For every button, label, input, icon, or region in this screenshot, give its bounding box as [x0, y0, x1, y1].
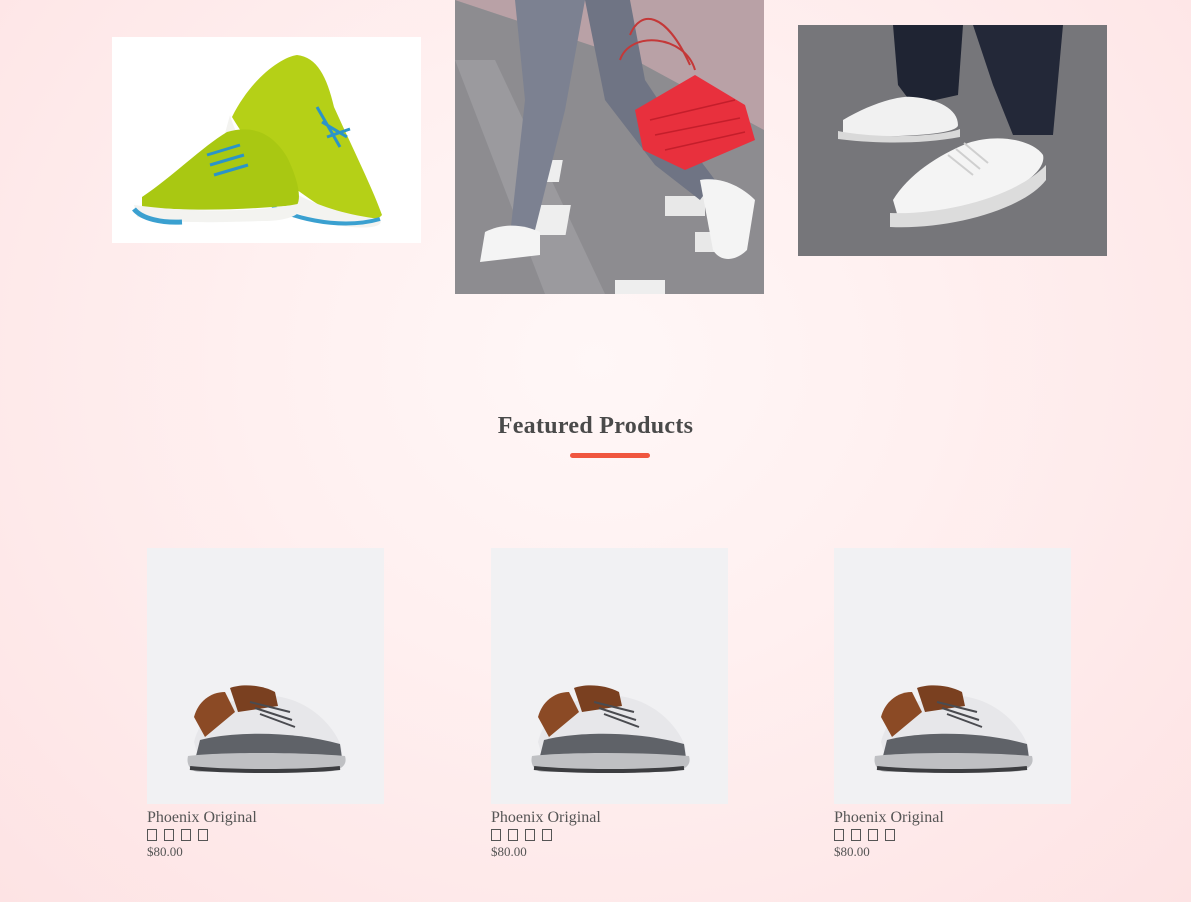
star-icon	[851, 829, 861, 841]
featured-products-title: Featured Products	[497, 413, 694, 439]
star-icon	[164, 829, 174, 841]
street-walk-red-bag-image	[455, 0, 764, 294]
lime-sneakers-image	[112, 37, 421, 243]
product-name[interactable]: Phoenix Original	[147, 809, 384, 826]
product-price: $80.00	[147, 844, 183, 859]
star-icon	[181, 829, 191, 841]
product-card[interactable]: Phoenix Original $80.00	[491, 548, 728, 860]
star-icon	[542, 829, 552, 841]
star-icon	[885, 829, 895, 841]
star-rating	[834, 827, 1071, 843]
title-underline	[570, 453, 650, 458]
product-image[interactable]	[491, 548, 728, 804]
star-icon	[834, 829, 844, 841]
white-sneakers-street-image	[798, 25, 1107, 256]
star-rating	[147, 827, 384, 843]
product-name[interactable]: Phoenix Original	[834, 809, 1071, 826]
product-name[interactable]: Phoenix Original	[491, 809, 728, 826]
star-rating	[491, 827, 728, 843]
product-image[interactable]	[834, 548, 1071, 804]
product-price: $80.00	[491, 844, 527, 859]
product-price: $80.00	[834, 844, 870, 859]
star-icon	[147, 829, 157, 841]
product-image[interactable]	[147, 548, 384, 804]
star-icon	[198, 829, 208, 841]
product-card[interactable]: Phoenix Original $80.00	[147, 548, 384, 860]
star-icon	[491, 829, 501, 841]
star-icon	[868, 829, 878, 841]
star-icon	[508, 829, 518, 841]
star-icon	[525, 829, 535, 841]
product-card[interactable]: Phoenix Original $80.00	[834, 548, 1071, 860]
